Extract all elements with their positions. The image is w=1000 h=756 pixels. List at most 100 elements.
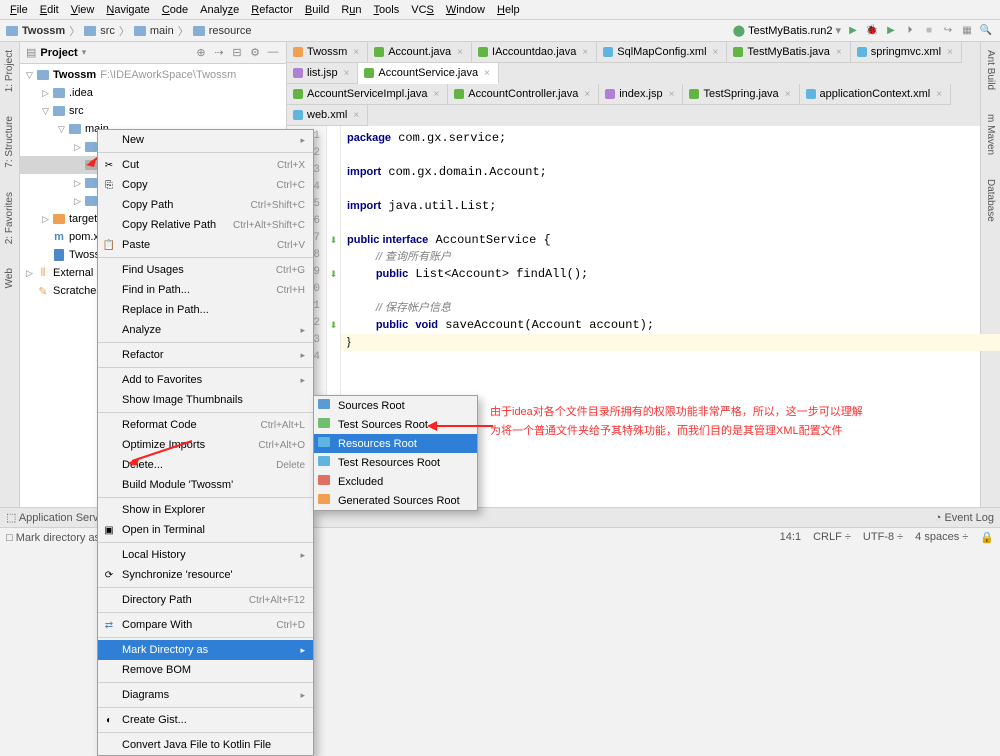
status-indent[interactable]: 4 spaces ÷ — [915, 531, 968, 544]
menu-file[interactable]: FFileile — [4, 4, 34, 16]
ctx-find-in-path[interactable]: Find in Path...Ctrl+H — [98, 280, 313, 300]
maven-tool-tab[interactable]: m Maven — [985, 110, 996, 159]
structure-tool-tab[interactable]: 7: Structure — [4, 112, 15, 172]
ctx-refactor[interactable]: Refactor▸ — [98, 345, 313, 365]
status-encoding[interactable]: UTF-8 ÷ — [863, 531, 903, 544]
close-icon[interactable]: × — [484, 68, 490, 79]
status-lock-icon[interactable]: 🔒 — [980, 531, 994, 544]
ctx-replace-in-path[interactable]: Replace in Path... — [98, 300, 313, 320]
close-icon[interactable]: × — [584, 89, 590, 100]
profile-icon[interactable]: ⏵ — [902, 23, 918, 39]
ctx-mark-directory-as[interactable]: Mark Directory as▸ — [98, 640, 313, 660]
breadcrumb-root[interactable]: Twossm — [22, 25, 65, 37]
close-icon[interactable]: × — [344, 68, 350, 79]
update-icon[interactable]: ↪ — [940, 23, 956, 39]
ctx-copy-path[interactable]: Copy PathCtrl+Shift+C — [98, 195, 313, 215]
sub-test-sources-root[interactable]: Test Sources Root — [314, 415, 477, 434]
breadcrumb-resource[interactable]: resource — [209, 25, 252, 37]
menu-window[interactable]: Window — [440, 4, 491, 16]
editor-tab[interactable]: Twossm× — [287, 42, 368, 63]
ctx-show-explorer[interactable]: Show in Explorer — [98, 500, 313, 520]
sub-excluded[interactable]: Excluded — [314, 472, 477, 491]
close-icon[interactable]: × — [713, 47, 719, 58]
app-servers-tab[interactable]: ⬚ Application Serv — [6, 511, 98, 524]
menu-refactor[interactable]: Refactor — [245, 4, 299, 16]
close-icon[interactable]: × — [433, 89, 439, 100]
favorites-tool-tab[interactable]: 2: Favorites — [4, 188, 15, 248]
stop-icon[interactable]: ■ — [921, 23, 937, 39]
menu-code[interactable]: Code — [156, 4, 194, 16]
status-position[interactable]: 14:1 — [780, 531, 801, 544]
editor-tab[interactable]: TestSpring.java× — [683, 84, 799, 105]
collapse-icon[interactable]: ⇢ — [212, 46, 226, 59]
ant-tool-tab[interactable]: Ant Build — [985, 46, 996, 94]
run-config[interactable]: ⬤ TestMyBatis.run2 ▾ — [733, 24, 841, 37]
breadcrumb-main[interactable]: main — [150, 25, 174, 37]
debug-icon[interactable]: 🐞 — [864, 23, 880, 39]
ctx-new[interactable]: New▸ — [98, 130, 313, 150]
impl-icon[interactable]: ⬇ — [330, 235, 338, 246]
ctx-remove-bom[interactable]: Remove BOM — [98, 660, 313, 680]
close-icon[interactable]: × — [936, 89, 942, 100]
impl-icon[interactable]: ⬇ — [330, 269, 338, 280]
editor-tab[interactable]: index.jsp× — [599, 84, 683, 105]
editor-tab[interactable]: list.jsp× — [287, 63, 358, 84]
project-tool-tab[interactable]: 1: Project — [4, 46, 15, 96]
ctx-copy[interactable]: ⎘CopyCtrl+C — [98, 175, 313, 195]
close-icon[interactable]: × — [353, 47, 359, 58]
editor-tab[interactable]: SqlMapConfig.xml× — [597, 42, 727, 63]
status-line-sep[interactable]: CRLF ÷ — [813, 531, 851, 544]
ctx-open-terminal[interactable]: ▣Open in Terminal — [98, 520, 313, 540]
ctx-find-usages[interactable]: Find UsagesCtrl+G — [98, 260, 313, 280]
ctx-optimize-imports[interactable]: Optimize ImportsCtrl+Alt+O — [98, 435, 313, 455]
ctx-synchronize[interactable]: ⟳Synchronize 'resource' — [98, 565, 313, 585]
menu-run[interactable]: Run — [335, 4, 367, 16]
menu-vcs[interactable]: VCS — [405, 4, 440, 16]
impl-icon[interactable]: ⬇ — [330, 320, 338, 331]
editor-tab[interactable]: AccountService.java× — [358, 63, 499, 84]
ctx-analyze[interactable]: Analyze▸ — [98, 320, 313, 340]
ctx-local-history[interactable]: Local History▸ — [98, 545, 313, 565]
search-icon[interactable]: 🔍 — [978, 23, 994, 39]
close-icon[interactable]: × — [582, 47, 588, 58]
menu-analyze[interactable]: Analyze — [194, 4, 245, 16]
ctx-copy-rel-path[interactable]: Copy Relative PathCtrl+Alt+Shift+C — [98, 215, 313, 235]
close-icon[interactable]: × — [947, 47, 953, 58]
ctx-diagrams[interactable]: Diagrams▸ — [98, 685, 313, 705]
run-icon[interactable]: ▶ — [845, 23, 861, 39]
ctx-directory-path[interactable]: Directory PathCtrl+Alt+F12 — [98, 590, 313, 610]
ctx-cut[interactable]: ✂CutCtrl+X — [98, 155, 313, 175]
web-tool-tab[interactable]: Web — [4, 264, 15, 292]
sub-test-resources-root[interactable]: Test Resources Root — [314, 453, 477, 472]
scroll-to-icon[interactable]: ⊕ — [194, 46, 208, 59]
editor-tab[interactable]: AccountController.java× — [448, 84, 599, 105]
menu-view[interactable]: View — [65, 4, 101, 16]
coverage-icon[interactable]: ▶ — [883, 23, 899, 39]
sub-resources-root[interactable]: Resources Root — [314, 434, 477, 453]
ctx-compare-with[interactable]: ⇄Compare WithCtrl+D — [98, 615, 313, 635]
ctx-build-module[interactable]: Build Module 'Twossm' — [98, 475, 313, 495]
ctx-convert-kotlin[interactable]: Convert Java File to Kotlin File — [98, 735, 313, 755]
close-icon[interactable]: × — [669, 89, 675, 100]
gear-icon[interactable]: ⚙ — [248, 46, 262, 59]
expand-icon[interactable]: ⊟ — [230, 46, 244, 59]
ctx-create-gist[interactable]: ◐Create Gist... — [98, 710, 313, 730]
editor-tab[interactable]: applicationContext.xml× — [800, 84, 952, 105]
ctx-delete[interactable]: Delete...Delete — [98, 455, 313, 475]
editor-tab[interactable]: TestMyBatis.java× — [727, 42, 850, 63]
menu-navigate[interactable]: Navigate — [100, 4, 155, 16]
ctx-show-thumbnails[interactable]: Show Image Thumbnails — [98, 390, 313, 410]
sub-sources-root[interactable]: Sources Root — [314, 396, 477, 415]
hide-icon[interactable]: — — [266, 46, 280, 59]
close-icon[interactable]: × — [457, 47, 463, 58]
database-tool-tab[interactable]: Database — [985, 175, 996, 226]
editor-tab[interactable]: AccountServiceImpl.java× — [287, 84, 448, 105]
breadcrumb-src[interactable]: src — [100, 25, 115, 37]
event-log-tab[interactable]: ◔ Event Log — [935, 512, 994, 524]
close-icon[interactable]: × — [785, 89, 791, 100]
ctx-add-favorites[interactable]: Add to Favorites▸ — [98, 370, 313, 390]
structure-icon[interactable]: ▦ — [959, 23, 975, 39]
ctx-reformat[interactable]: Reformat CodeCtrl+Alt+L — [98, 415, 313, 435]
editor-tab[interactable]: Account.java× — [368, 42, 472, 63]
menu-tools[interactable]: Tools — [368, 4, 406, 16]
